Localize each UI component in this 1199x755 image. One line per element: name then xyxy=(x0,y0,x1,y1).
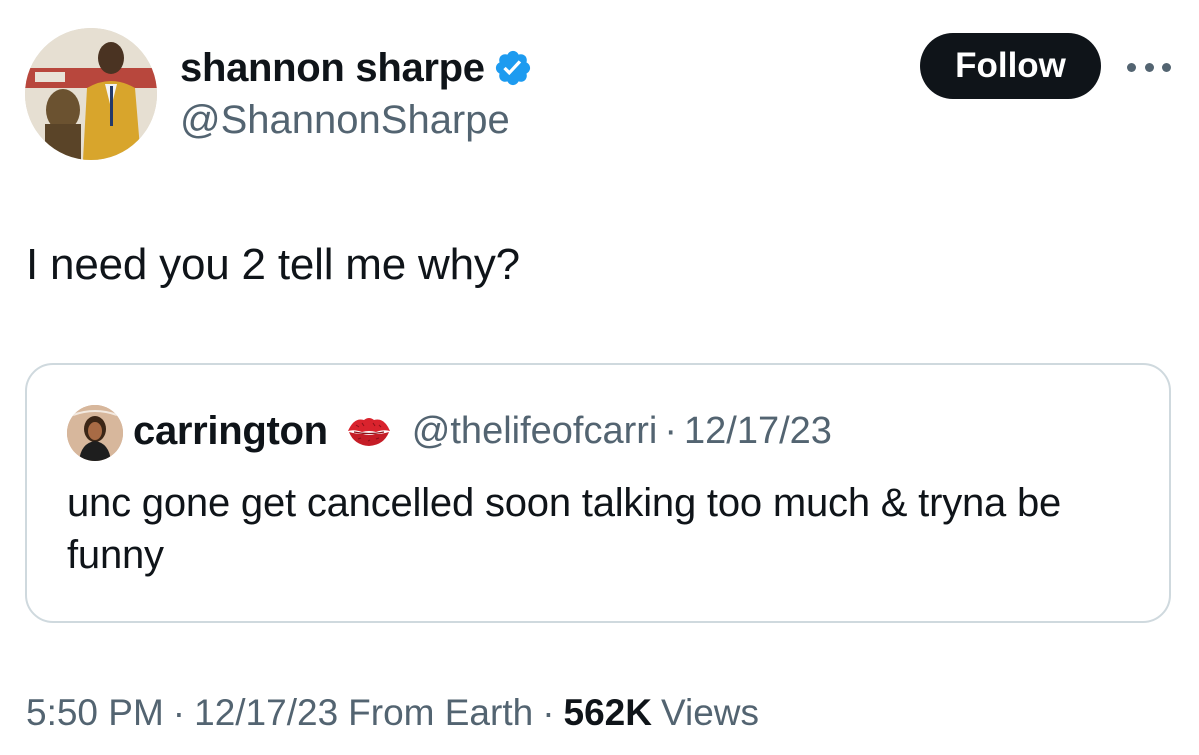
author-name-row: shannon sharpe xyxy=(180,40,533,96)
quoted-author-avatar[interactable] xyxy=(67,405,123,461)
tweet: shannon sharpe @ShannonSharpe Follow I n… xyxy=(0,0,1199,755)
quoted-avatar-image xyxy=(67,405,123,461)
quoted-tweet-header: carrington @thelifeofcarri · 12/17/23 xyxy=(133,403,832,459)
quoted-author-name[interactable]: carrington xyxy=(133,409,328,454)
quoted-tweet-date[interactable]: 12/17/23 xyxy=(684,410,832,453)
verified-badge-icon[interactable] xyxy=(493,48,533,88)
author-display-name[interactable]: shannon sharpe xyxy=(180,46,485,91)
quoted-tweet-card[interactable]: carrington @thelifeofcarri · 12/17/23 un… xyxy=(25,363,1171,623)
more-dot xyxy=(1127,62,1136,72)
author-avatar[interactable] xyxy=(25,28,157,160)
meta-separator: · xyxy=(172,692,186,733)
more-horizontal-icon[interactable] xyxy=(1127,55,1171,79)
follow-button[interactable]: Follow xyxy=(920,33,1101,99)
views-count[interactable]: 562K xyxy=(564,692,652,734)
kiss-mark-icon xyxy=(346,413,392,449)
meta-separator: · xyxy=(542,692,555,733)
quoted-author-handle[interactable]: @thelifeofcarri xyxy=(412,410,658,453)
tweet-meta: 5:50 PM · 12/17/23 From Earth · 562K Vie… xyxy=(26,692,759,734)
tweet-time[interactable]: 5:50 PM xyxy=(26,692,164,734)
tweet-text: I need you 2 tell me why? xyxy=(26,240,520,289)
quoted-separator: · xyxy=(664,409,678,452)
views-label: Views xyxy=(660,692,760,733)
more-dot xyxy=(1144,62,1154,72)
tweet-source: From Earth xyxy=(348,692,534,733)
author-avatar-image xyxy=(25,28,157,160)
author-handle[interactable]: @ShannonSharpe xyxy=(180,98,510,143)
quoted-tweet-text: unc gone get cancelled soon talking too … xyxy=(67,481,1062,577)
more-dot xyxy=(1162,62,1171,72)
tweet-date[interactable]: 12/17/23 xyxy=(194,692,338,734)
